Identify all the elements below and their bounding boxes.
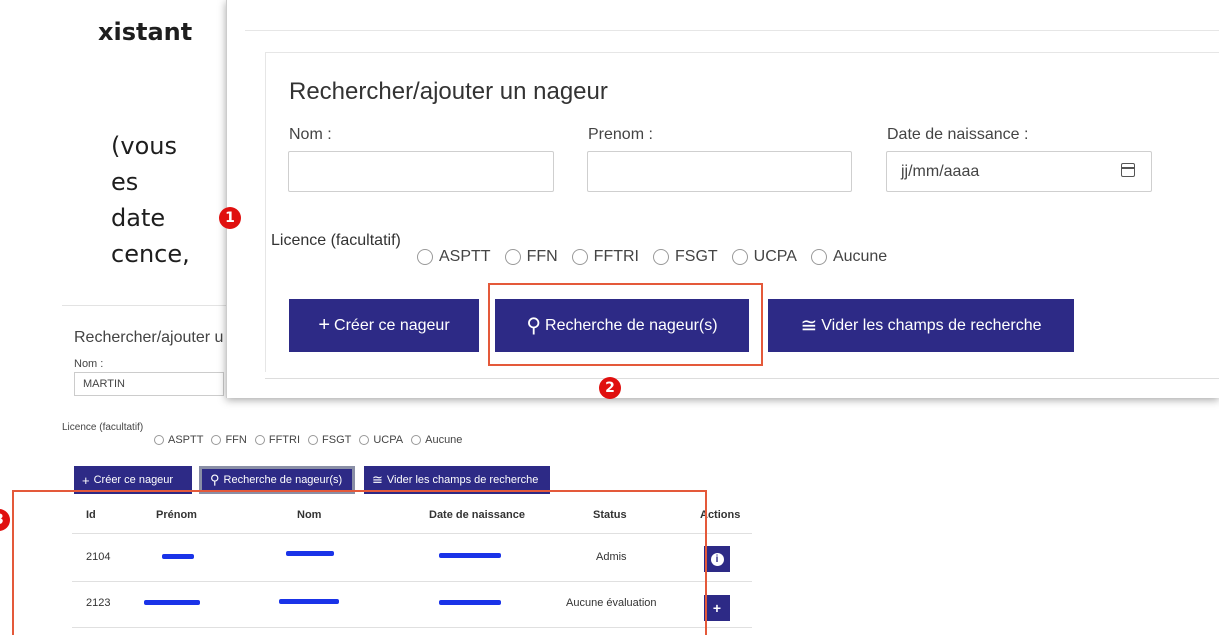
- divider: [265, 378, 1219, 379]
- radio-label: ASPTT: [439, 248, 491, 265]
- magnifier-icon: ⚲: [210, 472, 220, 487]
- radio-ucpa[interactable]: UCPA: [359, 434, 403, 446]
- callout-number: 3: [0, 509, 10, 531]
- nom-label: Nom :: [74, 358, 104, 370]
- button-label: Vider les champs de recherche: [386, 474, 539, 486]
- radio-label: UCPA: [753, 248, 797, 265]
- doc-line: date: [111, 204, 166, 232]
- radio-label: Aucune: [425, 434, 463, 446]
- radio-circle-icon: [810, 249, 827, 265]
- radio-aspt[interactable]: ASPTT: [154, 434, 203, 446]
- radio-label: UCPA: [373, 434, 404, 446]
- radio-circle-icon: [211, 435, 222, 445]
- radio-label: FFTRI: [593, 248, 639, 265]
- radio-circle-icon: [254, 435, 265, 445]
- button-label: Créer ce nageur: [334, 316, 450, 334]
- clear-filter-icon: ≅: [800, 315, 818, 337]
- radio-label: FFN: [225, 434, 247, 446]
- doc-line: cence,: [111, 240, 190, 268]
- button-label: Recherche de nageur(s): [223, 474, 343, 486]
- nom-input[interactable]: MARTIN: [74, 372, 224, 396]
- clear-search-button[interactable]: ≅ Vider les champs de recherche: [768, 299, 1074, 352]
- doc-line: es: [111, 168, 139, 196]
- radio-circle-icon: [731, 249, 748, 265]
- button-label: Créer ce nageur: [93, 474, 174, 486]
- radio-fftri[interactable]: FFTRI: [254, 434, 301, 446]
- results-highlight: [12, 490, 707, 635]
- search-button-highlight: [488, 283, 763, 366]
- create-swimmer-button[interactable]: + Créer ce nageur: [289, 299, 479, 352]
- divider: [265, 52, 1219, 53]
- radio-aucune[interactable]: Aucune: [810, 248, 888, 266]
- section-title: Rechercher/ajouter u: [74, 329, 224, 346]
- doc-line: xistant: [98, 18, 193, 46]
- radio-label: ASPTT: [168, 434, 204, 446]
- radio-aspt[interactable]: ASPTT: [417, 248, 491, 266]
- callout-number: 1: [219, 207, 241, 229]
- radio-circle-icon: [417, 249, 433, 265]
- calendar-icon[interactable]: [1121, 163, 1135, 177]
- birthdate-placeholder: jj/mm/aaaa: [901, 163, 980, 180]
- radio-label: FFN: [526, 248, 558, 265]
- radio-label: FSGT: [675, 248, 718, 265]
- info-button[interactable]: i: [704, 546, 730, 572]
- radio-ucpa[interactable]: UCPA: [731, 248, 797, 266]
- divider: [265, 52, 266, 372]
- radio-circle-icon: [359, 435, 370, 445]
- radio-fftri[interactable]: FFTRI: [571, 248, 639, 266]
- nom-label: Nom :: [289, 126, 332, 143]
- info-icon: i: [710, 552, 724, 566]
- prenom-label: Prenom :: [588, 126, 653, 143]
- birthdate-label: Date de naissance :: [887, 126, 1029, 143]
- doc-line: (vous: [111, 132, 177, 160]
- prenom-input[interactable]: [587, 151, 852, 192]
- radio-circle-icon: [653, 249, 669, 265]
- radio-label: FSGT: [322, 434, 352, 446]
- radio-fsgt[interactable]: FSGT: [653, 248, 718, 266]
- radio-circle-icon: [154, 435, 164, 445]
- radio-label: Aucune: [832, 248, 888, 265]
- radio-label: FFTRI: [268, 434, 301, 446]
- plus-icon: +: [82, 472, 90, 488]
- licence-radio-group: ASPTT FFN FFTRI FSGT UCPA Aucune: [154, 434, 462, 446]
- clear-filter-icon: ≅: [372, 472, 383, 487]
- radio-circle-icon: [571, 249, 588, 265]
- licence-radio-group: ASPTT FFN FFTRI FSGT UCPA Aucune: [417, 248, 887, 266]
- add-button[interactable]: +: [704, 595, 730, 621]
- radio-circle-icon: [308, 435, 319, 445]
- licence-label: Licence (facultatif): [271, 232, 401, 249]
- radio-ffn[interactable]: FFN: [504, 248, 558, 266]
- button-label: Vider les champs de recherche: [821, 316, 1042, 334]
- radio-circle-icon: [411, 435, 422, 445]
- radio-aucune[interactable]: Aucune: [411, 434, 462, 446]
- divider: [245, 30, 1219, 31]
- birthdate-input[interactable]: jj/mm/aaaa: [886, 151, 1152, 192]
- plus-icon: +: [318, 314, 331, 336]
- licence-label: Licence (facultatif): [62, 422, 144, 433]
- section-title: Rechercher/ajouter un nageur: [289, 78, 608, 105]
- radio-circle-icon: [504, 249, 521, 265]
- callout-number: 2: [599, 377, 621, 399]
- radio-fsgt[interactable]: FSGT: [308, 434, 351, 446]
- nom-input[interactable]: [288, 151, 554, 192]
- radio-ffn[interactable]: FFN: [211, 434, 247, 446]
